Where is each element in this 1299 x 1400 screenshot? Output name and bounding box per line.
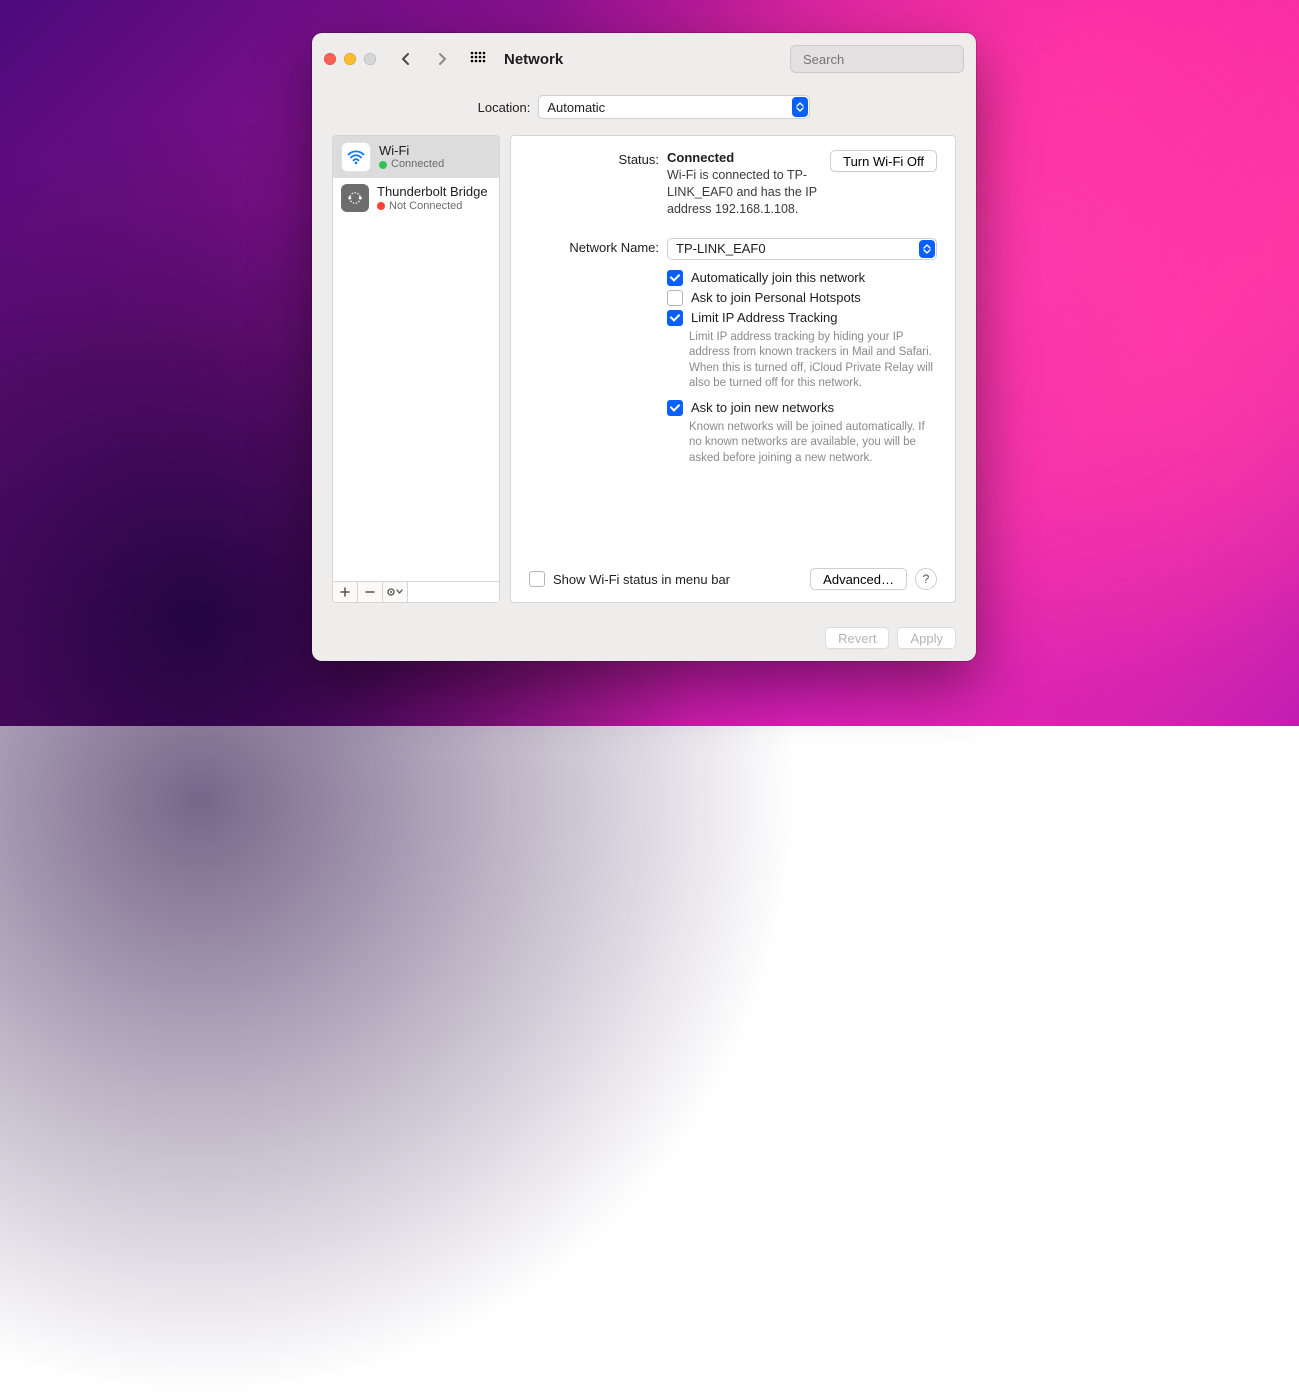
apply-button[interactable]: Apply <box>897 627 956 649</box>
back-button[interactable] <box>392 47 420 71</box>
location-label: Location: <box>478 100 531 115</box>
search-input[interactable] <box>801 51 981 68</box>
service-item-thunderbolt[interactable]: Thunderbolt Bridge Not Connected <box>333 178 499 219</box>
minimize-window-button[interactable] <box>344 53 356 65</box>
ask-new-networks-description: Known networks will be joined automatica… <box>689 420 937 467</box>
close-window-button[interactable] <box>324 53 336 65</box>
help-button[interactable]: ? <box>915 568 937 590</box>
network-name-label: Network Name: <box>529 238 667 255</box>
wifi-icon <box>341 142 371 172</box>
search-field[interactable] <box>790 45 964 73</box>
status-label: Status: <box>529 150 667 167</box>
thunderbolt-bridge-icon <box>341 184 369 212</box>
service-item-wifi[interactable]: Wi-Fi Connected <box>333 136 499 178</box>
service-name: Wi-Fi <box>379 143 444 159</box>
toggle-wifi-button[interactable]: Turn Wi-Fi Off <box>830 150 937 172</box>
auto-join-label: Automatically join this network <box>691 270 865 285</box>
service-status: Connected <box>391 158 444 171</box>
service-list[interactable]: Wi-Fi Connected Thunderbolt Bridge Not C… <box>332 135 500 582</box>
status-dot-red <box>377 202 385 210</box>
limit-ip-checkbox[interactable] <box>667 310 683 326</box>
service-list-spacer <box>408 582 499 602</box>
limit-ip-description: Limit IP address tracking by hiding your… <box>689 330 937 392</box>
toolbar: Network <box>312 33 976 85</box>
ask-new-networks-checkbox[interactable] <box>667 400 683 416</box>
status-dot-green <box>379 161 387 169</box>
service-name: Thunderbolt Bridge <box>377 184 488 200</box>
advanced-button[interactable]: Advanced… <box>810 568 907 590</box>
limit-ip-label: Limit IP Address Tracking <box>691 310 837 325</box>
window-title: Network <box>504 51 563 68</box>
service-status: Not Connected <box>389 200 462 213</box>
window-controls <box>324 53 376 65</box>
location-popup[interactable]: Automatic <box>538 95 810 119</box>
network-preferences-window: Network Location: Automatic <box>312 33 976 661</box>
chevron-up-down-icon <box>919 240 935 258</box>
ask-hotspots-checkbox[interactable] <box>667 290 683 306</box>
forward-button[interactable] <box>428 47 456 71</box>
auto-join-checkbox[interactable] <box>667 270 683 286</box>
chevron-up-down-icon <box>792 97 808 117</box>
status-description: Wi-Fi is connected to TP-LINK_EAF0 and h… <box>667 167 820 218</box>
remove-service-button[interactable] <box>358 582 383 602</box>
service-actions-button[interactable] <box>383 582 408 602</box>
ask-new-networks-label: Ask to join new networks <box>691 400 834 415</box>
zoom-window-button[interactable] <box>364 53 376 65</box>
ask-hotspots-label: Ask to join Personal Hotspots <box>691 290 861 305</box>
footer: Revert Apply <box>312 615 976 661</box>
network-name-popup[interactable]: TP-LINK_EAF0 <box>667 238 937 260</box>
show-all-button[interactable] <box>464 47 492 71</box>
status-value: Connected <box>667 150 820 165</box>
service-detail-pane: Status: Connected Wi-Fi is connected to … <box>510 135 956 603</box>
location-value: Automatic <box>547 100 605 115</box>
network-name-value: TP-LINK_EAF0 <box>676 241 766 256</box>
service-list-controls <box>332 582 500 603</box>
show-status-menubar-label: Show Wi-Fi status in menu bar <box>553 572 802 587</box>
location-row: Location: Automatic <box>312 85 976 135</box>
revert-button[interactable]: Revert <box>825 627 889 649</box>
add-service-button[interactable] <box>333 582 358 602</box>
show-status-menubar-checkbox[interactable] <box>529 571 545 587</box>
